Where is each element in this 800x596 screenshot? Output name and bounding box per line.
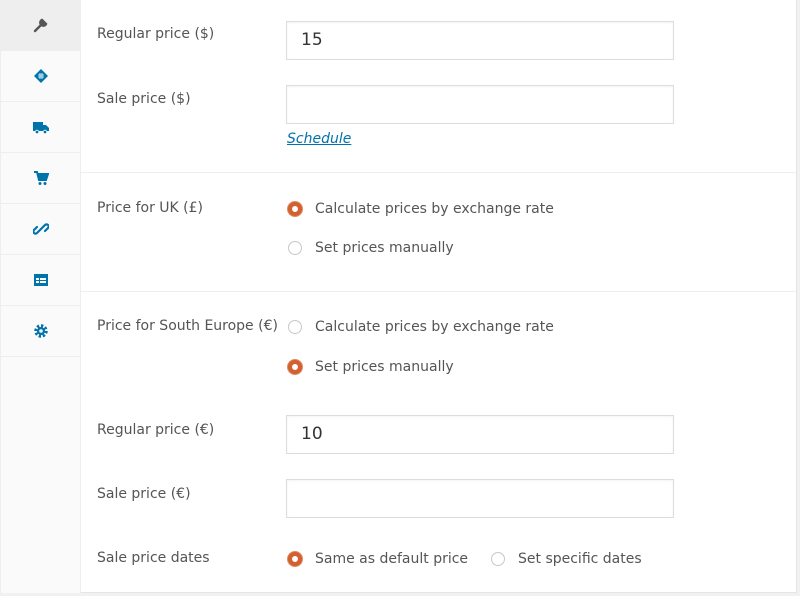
sale-price-eur-label: Sale price (€)	[97, 486, 191, 502]
radio-label: Calculate prices by exchange rate	[315, 201, 554, 217]
radio-label: Set prices manually	[315, 240, 454, 256]
radio-label: Same as default price	[315, 551, 469, 567]
regular-price-eur-input[interactable]: 10	[286, 415, 674, 454]
list-icon	[33, 274, 48, 286]
uk-price-label: Price for UK (£)	[97, 200, 204, 216]
radio-unselected-icon	[288, 320, 302, 334]
tab-linked-products[interactable]	[1, 153, 80, 204]
radio-unselected-icon	[288, 241, 302, 255]
radio-label: Calculate prices by exchange rate	[315, 319, 554, 335]
tab-pricing[interactable]	[1, 51, 80, 102]
radio-unselected-icon	[491, 552, 505, 566]
tab-general[interactable]	[1, 0, 80, 51]
regular-price-label: Regular price ($)	[97, 26, 215, 42]
radio-selected-icon	[288, 202, 302, 216]
south-europe-manual-radio[interactable]: Set prices manually	[288, 359, 454, 375]
south-europe-price-section: Price for South Europe (€) Calculate pri…	[81, 292, 796, 594]
cart-icon	[33, 171, 49, 185]
tab-attributes[interactable]	[1, 204, 80, 255]
tab-shipping[interactable]	[1, 102, 80, 153]
gear-icon	[33, 324, 48, 338]
south-europe-price-label: Price for South Europe (€)	[97, 318, 278, 334]
tab-settings[interactable]	[1, 306, 80, 357]
regular-price-eur-label: Regular price (€)	[97, 422, 215, 438]
uk-price-section: Price for UK (£) Calculate prices by exc…	[81, 173, 796, 292]
sale-price-eur-input[interactable]	[286, 479, 674, 518]
tab-advanced[interactable]	[1, 255, 80, 306]
link-icon	[32, 223, 49, 235]
tag-icon	[33, 69, 48, 83]
schedule-link[interactable]: Schedule	[287, 131, 351, 147]
radio-selected-icon	[288, 552, 302, 566]
general-pricing-fields: Regular price ($) 15 Sale price ($) Sche…	[81, 0, 796, 594]
radio-label: Set specific dates	[518, 551, 642, 567]
truck-icon	[32, 122, 49, 135]
sale-price-input[interactable]	[286, 85, 674, 124]
regular-price-input[interactable]: 15	[286, 21, 674, 60]
uk-exchange-rate-radio[interactable]: Calculate prices by exchange rate	[288, 201, 554, 217]
sale-price-dates-label: Sale price dates	[97, 550, 210, 566]
same-as-default-radio[interactable]: Same as default price	[288, 551, 468, 567]
radio-label: Set prices manually	[315, 359, 454, 375]
wrench-icon	[33, 18, 47, 33]
product-data-tabs	[0, 0, 81, 593]
product-data-panel: Regular price ($) 15 Sale price ($) Sche…	[0, 0, 797, 593]
south-europe-exchange-rate-radio[interactable]: Calculate prices by exchange rate	[288, 319, 554, 335]
sale-price-label: Sale price ($)	[97, 91, 191, 107]
default-price-section: Regular price ($) 15 Sale price ($) Sche…	[81, 0, 796, 173]
radio-selected-icon	[288, 360, 302, 374]
specific-dates-radio[interactable]: Set specific dates	[491, 551, 642, 567]
uk-manual-radio[interactable]: Set prices manually	[288, 240, 454, 256]
